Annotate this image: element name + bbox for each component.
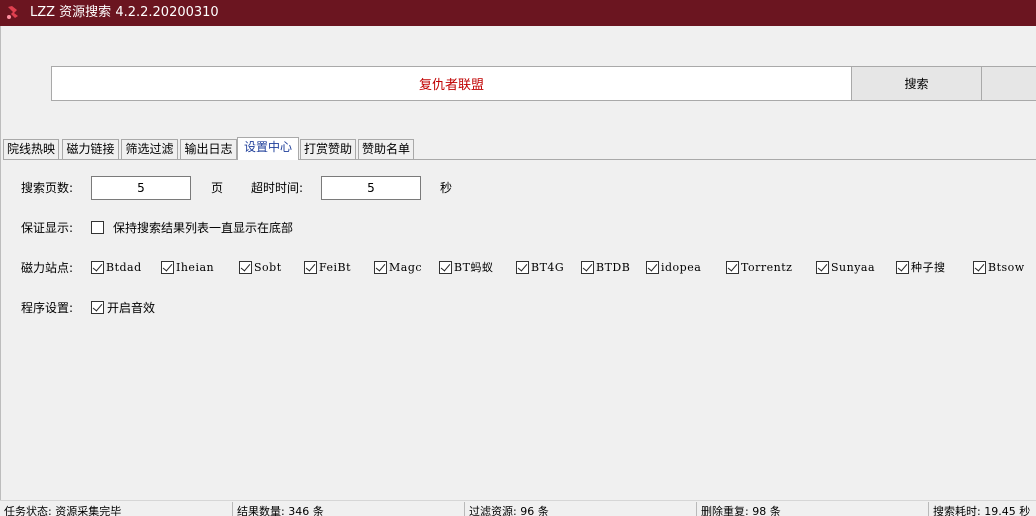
search-input[interactable]: 复仇者联盟 bbox=[51, 66, 852, 101]
site-sunyaa-label: Sunyaa bbox=[831, 261, 876, 274]
status-divider bbox=[928, 502, 929, 516]
site-btmayi-label: BT蚂蚁 bbox=[454, 261, 494, 274]
search-button[interactable]: 搜索 bbox=[851, 66, 982, 101]
status-filtered: 过滤资源: 96 条 bbox=[469, 505, 549, 516]
site-magc-checkbox[interactable] bbox=[374, 261, 387, 274]
pages-input[interactable]: 5 bbox=[91, 176, 191, 200]
timeout-input[interactable]: 5 bbox=[321, 176, 421, 200]
site-sobt-label: Sobt bbox=[254, 261, 282, 274]
title-bar: LZZ 资源搜索 4.2.2.20200310 bbox=[0, 0, 1036, 26]
status-results: 结果数量: 346 条 bbox=[237, 505, 324, 516]
site-magc-label: Magc bbox=[389, 261, 423, 274]
tab-magnet-links[interactable]: 磁力链接 bbox=[62, 139, 119, 160]
sound-effects-checkbox[interactable] bbox=[91, 301, 104, 314]
site-iheian-checkbox[interactable] bbox=[161, 261, 174, 274]
site-torrentz-label: Torrentz bbox=[741, 261, 793, 274]
site-zhongzisou-label: 种子搜 bbox=[911, 261, 946, 274]
pages-label: 搜索页数: bbox=[21, 181, 74, 195]
program-label: 程序设置: bbox=[21, 301, 74, 315]
status-divider bbox=[696, 502, 697, 516]
site-iheian-label: Iheian bbox=[176, 261, 215, 274]
app-icon bbox=[7, 6, 18, 19]
site-feibt-checkbox[interactable] bbox=[304, 261, 317, 274]
site-btdb-checkbox[interactable] bbox=[581, 261, 594, 274]
tab-sponsor-list[interactable]: 赞助名单 bbox=[358, 139, 414, 160]
site-idopea-label: idopea bbox=[661, 261, 702, 274]
keep-list-bottom-checkbox[interactable] bbox=[91, 221, 104, 234]
status-divider bbox=[464, 502, 465, 516]
site-sunyaa-checkbox[interactable] bbox=[816, 261, 829, 274]
site-bt4g-checkbox[interactable] bbox=[516, 261, 529, 274]
status-bar: 任务状态: 资源采集完毕 结果数量: 346 条 过滤资源: 96 条 删除重复… bbox=[0, 500, 1036, 516]
status-task: 任务状态: 资源采集完毕 bbox=[4, 505, 122, 516]
tab-donate[interactable]: 打赏赞助 bbox=[300, 139, 356, 160]
site-idopea-checkbox[interactable] bbox=[646, 261, 659, 274]
tab-settings[interactable]: 设置中心 bbox=[237, 137, 299, 160]
status-divider bbox=[232, 502, 233, 516]
site-btsow-label: Btsow bbox=[988, 261, 1025, 274]
settings-panel bbox=[3, 159, 1036, 499]
window-border bbox=[0, 26, 1, 500]
site-btdad-label: Btdad bbox=[106, 261, 142, 274]
keep-list-bottom-label: 保持搜索结果列表一直显示在底部 bbox=[113, 221, 294, 235]
site-btdad-checkbox[interactable] bbox=[91, 261, 104, 274]
tab-filter[interactable]: 筛选过滤 bbox=[121, 139, 178, 160]
tab-output-log[interactable]: 输出日志 bbox=[180, 139, 237, 160]
display-label: 保证显示: bbox=[21, 221, 74, 235]
site-feibt-label: FeiBt bbox=[319, 261, 352, 274]
sites-label: 磁力站点: bbox=[21, 261, 74, 275]
site-btdb-label: BTDB bbox=[596, 261, 631, 274]
sound-effects-label: 开启音效 bbox=[107, 301, 156, 315]
timeout-unit: 秒 bbox=[440, 181, 453, 195]
options-button[interactable] bbox=[981, 66, 1036, 101]
pages-unit: 页 bbox=[211, 181, 224, 195]
site-bt4g-label: BT4G bbox=[531, 261, 565, 274]
tab-now-showing[interactable]: 院线热映 bbox=[3, 139, 59, 160]
site-btmayi-checkbox[interactable] bbox=[439, 261, 452, 274]
site-sobt-checkbox[interactable] bbox=[239, 261, 252, 274]
site-torrentz-checkbox[interactable] bbox=[726, 261, 739, 274]
timeout-label: 超时时间: bbox=[251, 181, 304, 195]
site-zhongzisou-checkbox[interactable] bbox=[896, 261, 909, 274]
status-dedup: 删除重复: 98 条 bbox=[701, 505, 781, 516]
site-btsow-checkbox[interactable] bbox=[973, 261, 986, 274]
window-title: LZZ 资源搜索 4.2.2.20200310 bbox=[30, 5, 219, 20]
status-time: 搜索耗时: 19.45 秒 bbox=[933, 505, 1031, 516]
